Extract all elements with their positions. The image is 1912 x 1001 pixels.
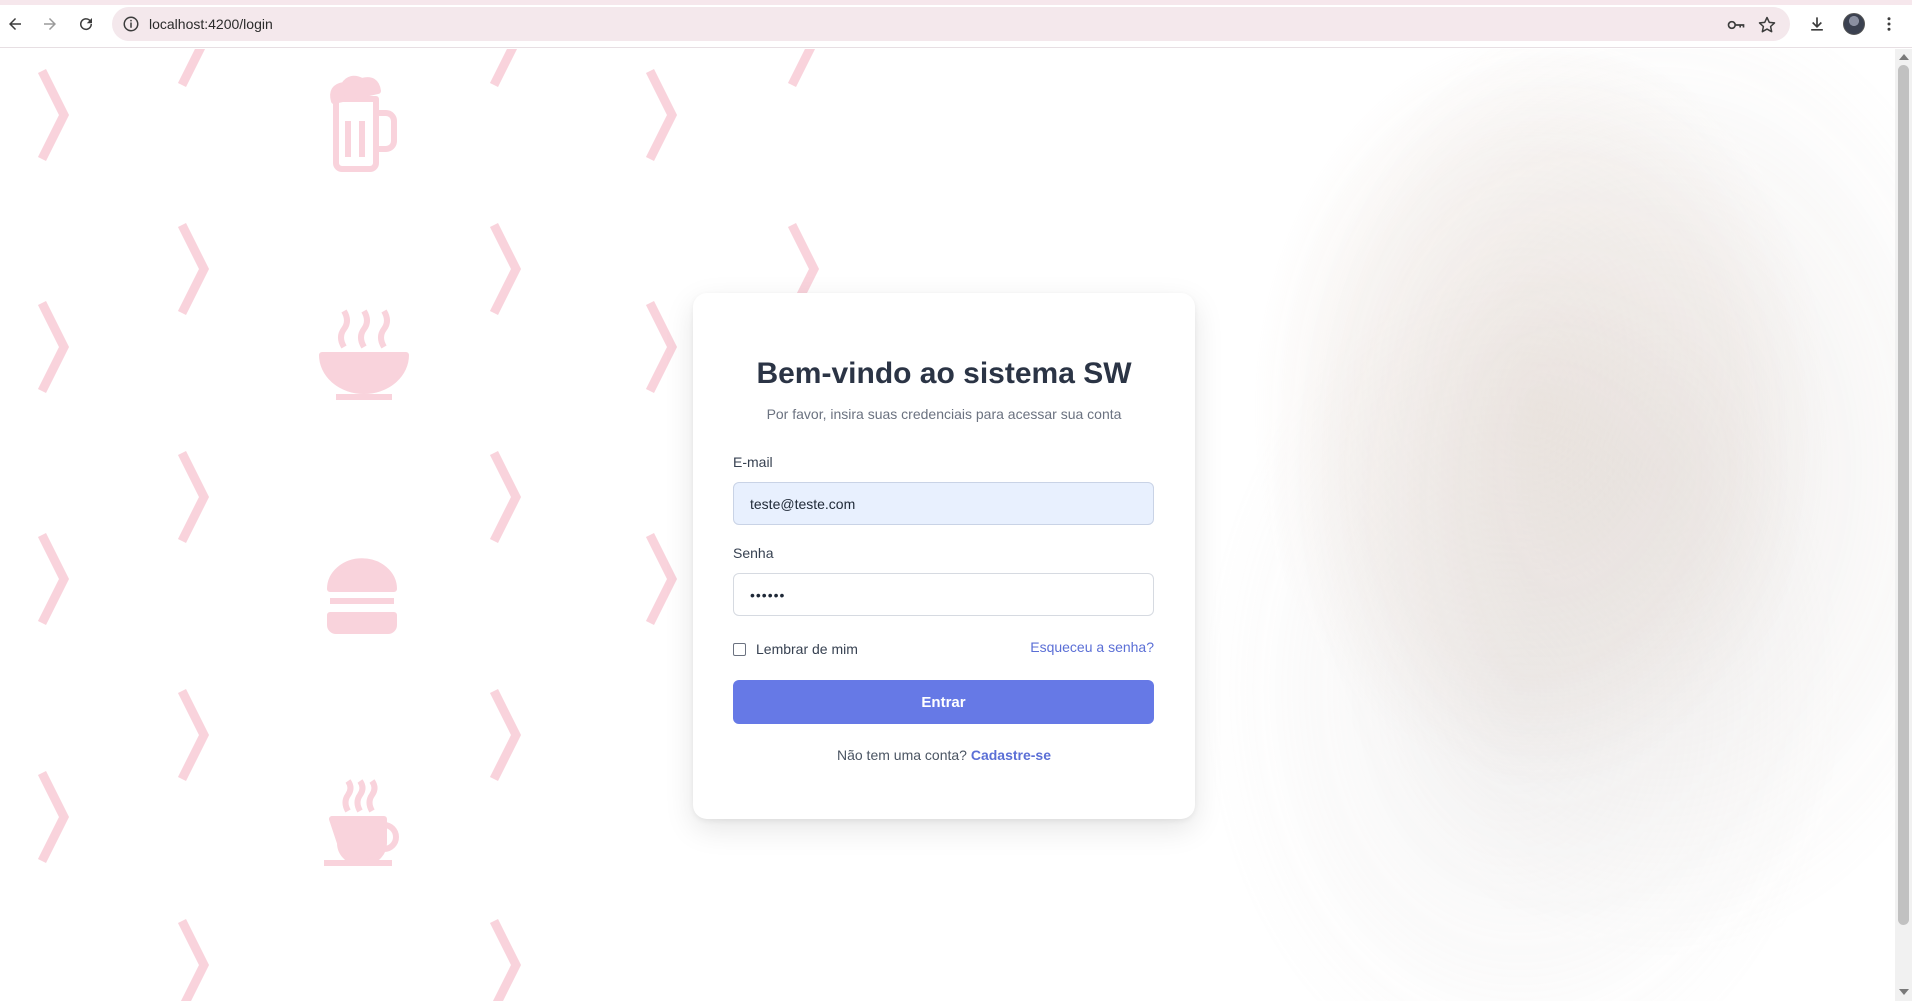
- coffee-cup-icon: [324, 779, 399, 866]
- chevron-icon: [645, 300, 678, 394]
- chevron-icon: [489, 450, 522, 544]
- chevron-icon: [177, 222, 210, 316]
- soup-bowl-icon: [319, 309, 409, 400]
- chevron-icon: [787, 49, 816, 88]
- chevron-icon: [645, 68, 678, 162]
- login-card: Bem-vindo ao sistema SW Por favor, insir…: [693, 293, 1195, 819]
- download-icon: [1811, 17, 1823, 31]
- downloads-button[interactable]: [1805, 12, 1829, 36]
- browser-menu-button[interactable]: [1877, 12, 1901, 36]
- chevron-icon: [489, 918, 522, 1001]
- chevron-icon: [37, 770, 70, 864]
- more-vertical-icon: [1887, 17, 1891, 31]
- address-bar[interactable]: localhost:4200/login: [112, 7, 1790, 41]
- arrow-left-icon: [9, 18, 21, 30]
- chevron-icon: [37, 532, 70, 626]
- password-field[interactable]: ••••••: [733, 573, 1154, 616]
- chevron-icon: [177, 450, 210, 544]
- browser-toolbar: localhost:4200/login: [0, 0, 1912, 48]
- back-button[interactable]: [1, 10, 29, 38]
- scroll-up-arrow-icon[interactable]: [1899, 54, 1909, 60]
- signup-link[interactable]: Cadastre-se: [971, 747, 1051, 763]
- signup-row: Não tem uma conta? Cadastre-se: [693, 747, 1195, 763]
- remember-me[interactable]: Lembrar de mim: [733, 641, 858, 657]
- chevron-icon: [177, 49, 206, 88]
- login-title: Bem-vindo ao sistema SW: [756, 357, 1132, 390]
- tab-strip: [0, 0, 1912, 5]
- scrollbar-thumb[interactable]: [1898, 65, 1909, 925]
- chevron-icon: [177, 918, 210, 1001]
- remember-label: Lembrar de mim: [756, 641, 858, 657]
- burger-icon: [327, 558, 397, 634]
- password-key-icon[interactable]: [1726, 15, 1746, 35]
- reload-button[interactable]: [72, 10, 100, 38]
- url-text[interactable]: localhost:4200/login: [149, 16, 273, 32]
- chevron-icon: [37, 300, 70, 394]
- arrow-right-icon: [44, 18, 56, 30]
- login-page: Bem-vindo ao sistema SW Por favor, insir…: [0, 49, 1895, 1001]
- forward-button[interactable]: [36, 10, 64, 38]
- email-label: E-mail: [733, 454, 773, 470]
- email-field[interactable]: teste@teste.com: [733, 482, 1154, 525]
- login-button[interactable]: Entrar: [733, 680, 1154, 724]
- reload-icon: [80, 18, 93, 31]
- forgot-password-link[interactable]: Esqueceu a senha?: [1030, 639, 1154, 655]
- scroll-down-arrow-icon[interactable]: [1899, 989, 1909, 995]
- signup-prompt: Não tem uma conta?: [836, 747, 967, 763]
- login-subtitle: Por favor, insira suas credenciais para …: [766, 406, 1122, 422]
- chevron-icon: [645, 532, 678, 626]
- chevron-icon: [489, 222, 522, 316]
- chevron-icon: [37, 68, 70, 162]
- chevron-icon: [489, 49, 518, 88]
- profile-avatar[interactable]: [1843, 13, 1865, 35]
- bookmark-star-icon[interactable]: [1757, 15, 1777, 35]
- beer-mug-icon: [330, 75, 397, 172]
- remember-checkbox[interactable]: [733, 642, 746, 656]
- site-info-icon[interactable]: [122, 15, 140, 33]
- password-label: Senha: [733, 545, 774, 561]
- chevron-icon: [489, 688, 522, 782]
- chevron-icon: [177, 688, 210, 782]
- page-scrollbar[interactable]: [1895, 49, 1912, 1001]
